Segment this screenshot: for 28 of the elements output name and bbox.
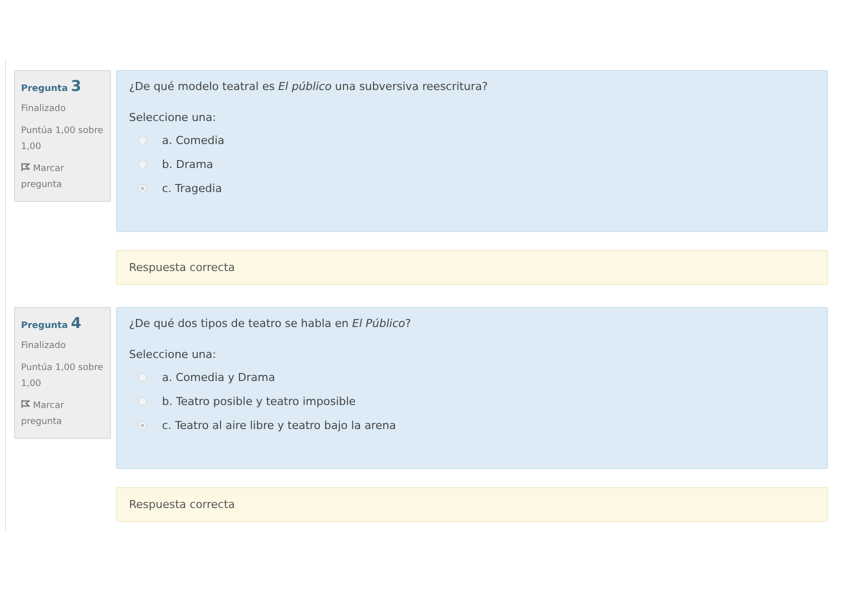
answer-option: b. Teatro posible y teatro imposible xyxy=(162,394,356,408)
answer-option: c. Teatro al aire libre y teatro bajo la arena xyxy=(162,418,396,432)
radio-button[interactable] xyxy=(138,420,147,430)
radio-button[interactable] xyxy=(138,136,147,144)
answer-option: b. Drama xyxy=(162,158,214,170)
feedback-message: Respuesta correcta xyxy=(116,487,828,522)
radio-button[interactable] xyxy=(138,184,147,192)
radio-button[interactable] xyxy=(138,396,147,406)
question-text: ¿De qué dos tipos de teatro se habla en El Público? xyxy=(129,317,412,330)
question-grade: Puntúa 1,00 sobre 1,00 xyxy=(21,124,104,154)
question-state: Finalizado xyxy=(21,103,67,116)
answer-option: c. Tragedia xyxy=(162,182,222,194)
flag-question-link[interactable]: Marcar pregunta xyxy=(21,161,104,193)
answer-option: a. Comedia y Drama xyxy=(162,370,276,384)
radio-button[interactable] xyxy=(138,372,147,382)
question-grade: Puntúa 1,00 sobre 1,00 xyxy=(21,362,104,391)
flag-question-link[interactable]: Marcar pregunta xyxy=(21,398,104,430)
radio-button[interactable] xyxy=(138,160,147,168)
question-number: Pregunta 3 xyxy=(21,77,82,95)
answer-prompt: Seleccione una: xyxy=(129,348,218,361)
question-number: Pregunta 4 xyxy=(21,314,82,332)
answer-option: a. Comedia xyxy=(162,134,224,146)
question-state: Finalizado xyxy=(21,340,67,353)
answer-prompt: Seleccione una: xyxy=(129,111,218,124)
question-text: ¿De qué modelo teatral es El público una subversiva reescritura? xyxy=(129,80,489,93)
flag-icon xyxy=(21,400,30,408)
feedback-message: Respuesta correcta xyxy=(116,250,828,285)
flag-icon xyxy=(21,163,30,171)
